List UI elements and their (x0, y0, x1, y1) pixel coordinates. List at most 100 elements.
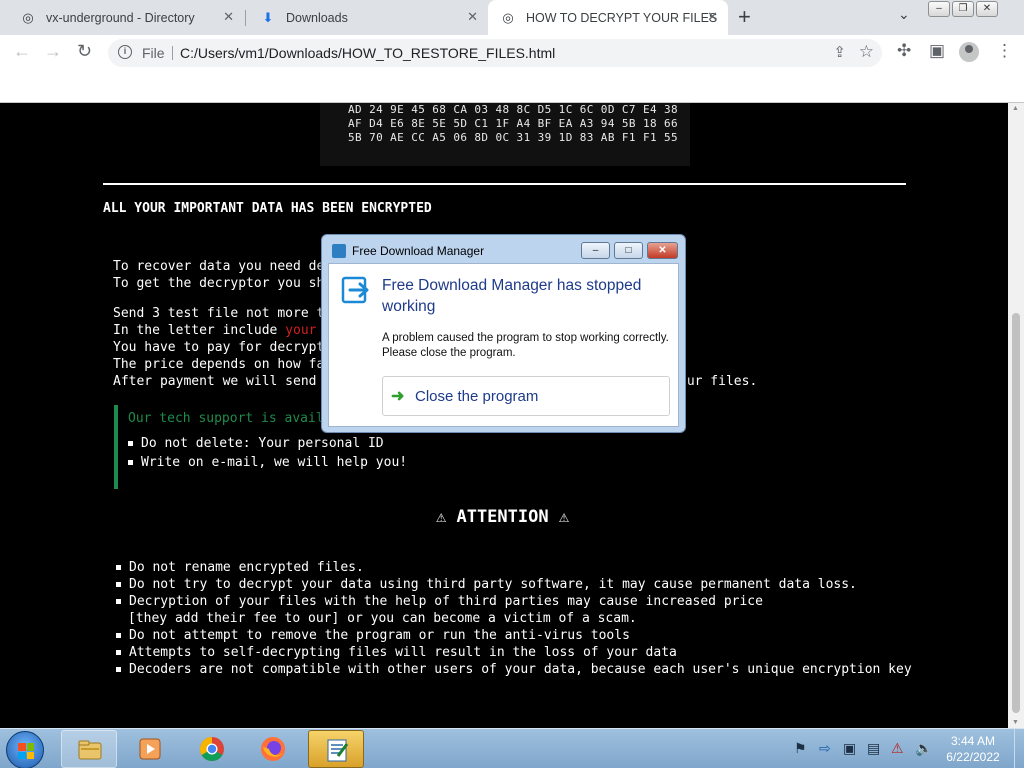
chrome-icon (199, 737, 224, 762)
forward-arrow-icon[interactable]: → (44, 41, 62, 62)
browser-toolbar: ← → ↻ i File C:/Users/vm1/Downloads/HOW_… (0, 35, 1024, 69)
bookmark-star-icon[interactable]: ☆ (859, 42, 874, 62)
share-icon[interactable]: ⇪ (833, 43, 846, 61)
tab-search-icon[interactable]: ⌄ (898, 6, 910, 23)
reload-icon[interactable]: ↻ (77, 41, 92, 62)
list-item: Do not delete: Your personal ID (128, 436, 407, 455)
action-center-icon[interactable]: ⚑ (794, 740, 807, 757)
divider-line (103, 183, 906, 185)
list-item: Do not rename encrypted files. (116, 560, 912, 577)
scrollbar-thumb[interactable] (1012, 313, 1020, 713)
list-item-text: Do not rename encrypted files. (129, 560, 364, 575)
taskbar-firefox[interactable] (245, 730, 301, 768)
tab-how-to-decrypt[interactable]: ◎ HOW TO DECRYPT YOUR FILES ✕ (488, 0, 728, 35)
hex-line: AD 24 9E 45 68 CA 03 48 8C D5 1C 6C 0D C… (348, 103, 679, 116)
list-item: Decoders are not compatible with other u… (116, 662, 912, 679)
attention-heading: ⚠ ATTENTION ⚠ (436, 507, 570, 527)
support-list: Do not delete: Your personal ID Write on… (128, 436, 407, 474)
extensions-puzzle-icon[interactable]: ✣ (897, 41, 911, 61)
green-arrow-icon: ➜ (391, 388, 405, 405)
close-window-button[interactable]: ✕ (976, 1, 998, 17)
instruction-line: To recover data you need de (113, 259, 325, 274)
close-icon[interactable]: ✕ (707, 9, 718, 25)
minimize-button[interactable]: – (928, 1, 950, 17)
menu-dots-icon[interactable]: ⋮ (996, 41, 1013, 61)
volume-icon[interactable]: 🔈 (915, 740, 932, 757)
hex-line: AF D4 E6 8E 5E 5D C1 1F A4 BF EA A3 94 5… (348, 117, 679, 130)
notepad-icon (327, 739, 349, 762)
list-item-text: Do not attempt to remove the program or … (129, 628, 630, 643)
taskbar-media-player[interactable] (122, 730, 178, 768)
vertical-scrollbar[interactable]: ▲ ▼ (1008, 103, 1024, 728)
instruction-line: In the letter include your (113, 323, 317, 338)
tab-downloads[interactable]: ⬇ Downloads ✕ (246, 0, 488, 35)
device-tray-icon[interactable]: ▣ (843, 740, 856, 757)
dialog-maximize-button[interactable]: □ (614, 242, 643, 259)
close-program-button[interactable]: ➜ Close the program (382, 376, 670, 416)
network-icon[interactable]: ▤ (867, 740, 880, 757)
window-controls: – ❐ ✕ (928, 1, 998, 17)
list-item-text: Write on e-mail, we will help you! (141, 455, 408, 470)
list-item: Attempts to self-decrypting files will r… (116, 645, 912, 662)
side-panel-icon[interactable]: ▣ (929, 41, 945, 61)
list-item-text: Do not delete: Your personal ID (141, 436, 384, 451)
instruction-prefix: In the letter include (113, 323, 286, 338)
profile-avatar[interactable] (959, 42, 979, 62)
page-headline: ALL YOUR IMPORTANT DATA HAS BEEN ENCRYPT… (103, 201, 432, 216)
red-highlight: your (285, 323, 317, 338)
list-item-text: Decoders are not compatible with other u… (129, 662, 912, 677)
restore-button[interactable]: ❐ (952, 1, 974, 17)
instruction-line: To get the decryptor you sh (113, 276, 325, 291)
fdm-tray-icon[interactable]: ⇨ (819, 740, 831, 757)
list-item-text: Decryption of your files with the help o… (129, 594, 763, 609)
instruction-line: You have to pay for decrypt (113, 340, 325, 355)
tech-support-block: Our tech support is avail Do not delete:… (114, 405, 407, 489)
security-warning-icon[interactable]: ⚠ (891, 740, 904, 757)
personal-id-box: AD 24 9E 45 68 CA 03 48 8C D5 1C 6C 0D C… (320, 103, 690, 166)
scroll-up-icon[interactable]: ▲ (1012, 105, 1019, 112)
list-item-text: [they add their fee to our] or you can b… (128, 611, 637, 626)
scroll-down-icon[interactable]: ▼ (1012, 719, 1019, 726)
list-item: Do not attempt to remove the program or … (116, 628, 912, 645)
tab-label: vx-underground - Directory (46, 10, 195, 25)
dialog-body: Free Download Manager has stopped workin… (328, 263, 679, 427)
instruction-line: After payment we will send (113, 374, 317, 389)
show-desktop-button[interactable] (1014, 729, 1024, 768)
instruction-line-tail: our files. (679, 374, 758, 389)
dialog-minimize-button[interactable]: – (581, 242, 610, 259)
address-bar[interactable]: i File C:/Users/vm1/Downloads/HOW_TO_RES… (108, 39, 882, 67)
fdm-logo-icon (341, 276, 369, 304)
tab-vx-underground[interactable]: ◎ vx-underground - Directory ✕ (0, 0, 244, 35)
new-tab-button[interactable]: + (738, 4, 751, 30)
instruction-line: The price depends on how fa (113, 357, 325, 372)
system-clock[interactable]: 3:44 AM 6/22/2022 (936, 733, 1010, 765)
warning-list: Do not rename encrypted files. Do not tr… (116, 560, 912, 679)
info-icon[interactable]: i (118, 45, 132, 59)
close-icon[interactable]: ✕ (467, 9, 478, 25)
dialog-close-button[interactable]: ✕ (647, 242, 678, 259)
clock-date: 6/22/2022 (946, 750, 1000, 764)
page-top-white-band (0, 69, 1024, 103)
tab-strip: ◎ vx-underground - Directory ✕ ⬇ Downloa… (0, 0, 1024, 35)
media-player-icon (139, 738, 161, 760)
support-heading: Our tech support is avail (128, 411, 324, 426)
list-item-continuation: [they add their fee to our] or you can b… (116, 611, 912, 628)
url-text[interactable]: C:/Users/vm1/Downloads/HOW_TO_RESTORE_FI… (180, 45, 555, 61)
windows-taskbar: ⚑ ⇨ ▣ ▤ ⚠ 🔈 3:44 AM 6/22/2022 (0, 728, 1024, 768)
dialog-message: A problem caused the program to stop wor… (382, 332, 669, 359)
list-item-text: Do not try to decrypt your data using th… (129, 577, 857, 592)
windows-logo-icon (18, 743, 34, 759)
error-dialog: Free Download Manager – □ ✕ Free Downloa… (321, 234, 686, 433)
tab-label: HOW TO DECRYPT YOUR FILES (526, 10, 718, 25)
back-arrow-icon[interactable]: ← (13, 41, 31, 62)
fdm-app-icon (332, 244, 346, 258)
taskbar-explorer[interactable] (61, 730, 117, 768)
globe-icon: ◎ (22, 9, 34, 25)
taskbar-fdm-error[interactable] (308, 730, 364, 768)
firefox-icon (261, 737, 285, 761)
tab-label: Downloads (286, 10, 348, 25)
start-button[interactable] (6, 731, 44, 768)
list-item: Do not try to decrypt your data using th… (116, 577, 912, 594)
taskbar-chrome[interactable] (184, 730, 240, 768)
close-icon[interactable]: ✕ (223, 9, 234, 25)
